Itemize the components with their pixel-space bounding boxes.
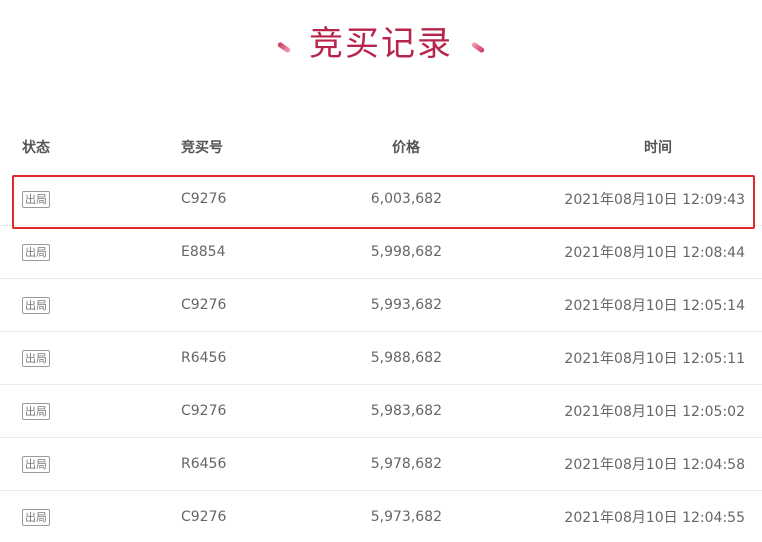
table-row: 出局 R6456 5,988,682 2021年08月10日 12:05:11 [0, 332, 762, 385]
bid-time: 2021年08月10日 12:05:02 [564, 404, 745, 420]
status-badge: 出局 [22, 190, 50, 208]
status-badge: 出局 [22, 243, 50, 261]
table-row: 出局 C9276 6,003,682 2021年08月10日 12:09:43 [0, 173, 762, 226]
right-dash-decoration-icon [470, 40, 486, 54]
title-bar: 竞买记录 [0, 20, 762, 68]
bid-number: C9276 [181, 509, 227, 525]
bid-time: 2021年08月10日 12:04:55 [564, 510, 745, 526]
bid-number: C9276 [181, 191, 227, 207]
left-dash-decoration-icon [276, 40, 292, 54]
bid-price: 5,993,682 [370, 297, 442, 313]
bid-price: 5,998,682 [370, 244, 442, 260]
bid-time: 2021年08月10日 12:05:11 [564, 351, 745, 367]
table-row: 出局 R6456 5,978,682 2021年08月10日 12:04:58 [0, 438, 762, 491]
bid-price: 5,973,682 [370, 509, 442, 525]
bid-record-table: 状态 竞买号 价格 时间 出局 C9276 6,003,682 2021年08月… [0, 121, 762, 542]
bid-price: 5,978,682 [370, 456, 442, 472]
table-header: 状态 竞买号 价格 时间 [0, 121, 762, 173]
bid-number: C9276 [181, 403, 227, 419]
table-row: 出局 C9276 5,973,682 2021年08月10日 12:04:55 [0, 491, 762, 542]
page-title: 竞买记录 [309, 24, 453, 64]
bid-time: 2021年08月10日 12:09:43 [564, 192, 745, 208]
bid-price: 5,983,682 [370, 403, 442, 419]
header-time: 时间 [644, 140, 672, 156]
bid-price: 5,988,682 [370, 350, 442, 366]
status-badge: 出局 [22, 508, 50, 526]
bid-number: R6456 [181, 350, 227, 366]
bid-number: R6456 [181, 456, 227, 472]
table-row: 出局 C9276 5,993,682 2021年08月10日 12:05:14 [0, 279, 762, 332]
bid-price: 6,003,682 [370, 191, 442, 207]
bid-record-page: 竞买记录 状态 竞买号 价格 时间 出局 C9276 6,003,682 202… [0, 0, 762, 542]
status-badge: 出局 [22, 349, 50, 367]
header-status: 状态 [22, 140, 50, 156]
bid-time: 2021年08月10日 12:05:14 [564, 298, 745, 314]
bid-number: E8854 [181, 244, 226, 260]
bid-time: 2021年08月10日 12:04:58 [564, 457, 745, 473]
status-badge: 出局 [22, 296, 50, 314]
table-row: 出局 E8854 5,998,682 2021年08月10日 12:08:44 [0, 226, 762, 279]
bid-number: C9276 [181, 297, 227, 313]
status-badge: 出局 [22, 455, 50, 473]
header-price: 价格 [392, 140, 420, 156]
table-row: 出局 C9276 5,983,682 2021年08月10日 12:05:02 [0, 385, 762, 438]
header-bid-number: 竞买号 [181, 140, 223, 156]
bid-time: 2021年08月10日 12:08:44 [564, 245, 745, 261]
status-badge: 出局 [22, 402, 50, 420]
